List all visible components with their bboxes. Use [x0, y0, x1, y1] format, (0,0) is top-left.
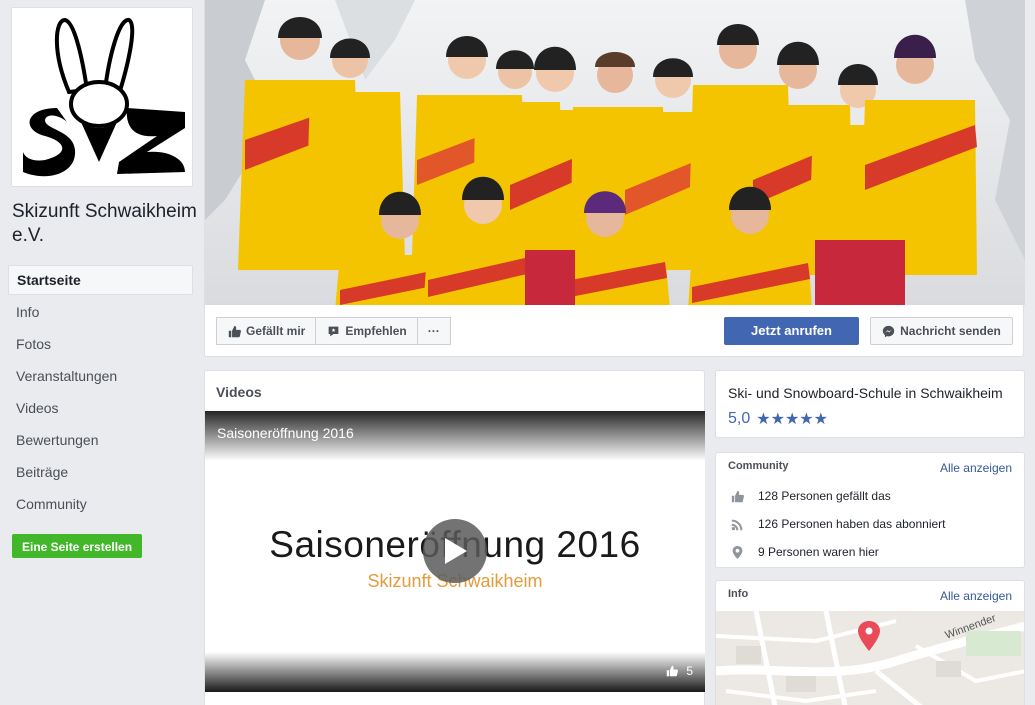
- cover-card: Gefällt mir Empfehlen ··· Jetzt anrufen …: [204, 0, 1025, 357]
- community-followers-text: 126 Personen haben das abonniert: [758, 517, 946, 531]
- rss-icon: [730, 517, 744, 531]
- videos-heading[interactable]: Videos: [216, 384, 262, 400]
- recommend-label: Empfehlen: [345, 324, 407, 338]
- more-options-button[interactable]: ···: [417, 317, 451, 345]
- more-options-label: ···: [427, 324, 440, 338]
- community-likes-text: 128 Personen gefällt das: [758, 489, 891, 503]
- community-checkins-text: 9 Personen waren hier: [758, 545, 879, 559]
- nav-item-veranstaltungen[interactable]: Veranstaltungen: [8, 361, 193, 393]
- play-icon: [445, 538, 467, 564]
- location-pin-icon: [730, 545, 744, 559]
- like-button[interactable]: Gefällt mir: [216, 317, 317, 345]
- group-photo-image: [205, 0, 1025, 305]
- video-bottom-gradient: [205, 652, 705, 692]
- nav-item-videos[interactable]: Videos: [8, 393, 193, 425]
- nav-item-community[interactable]: Community: [8, 489, 193, 521]
- play-button[interactable]: [423, 519, 487, 583]
- community-card: Community Alle anzeigen 128 Personen gef…: [715, 452, 1025, 568]
- rating-stars: ★★★★★: [756, 411, 828, 428]
- page-nav: Startseite Info Fotos Veranstaltungen Vi…: [8, 265, 193, 521]
- create-page-button[interactable]: Eine Seite erstellen: [12, 534, 143, 558]
- community-heading: Community: [728, 460, 789, 472]
- page-title[interactable]: Skizunft Schwaikheim e.V.: [12, 200, 197, 248]
- thumbs-up-icon: [730, 489, 744, 503]
- nav-item-startseite[interactable]: Startseite: [8, 265, 193, 295]
- info-card: Info Alle anzeigen Winnender: [715, 580, 1025, 705]
- messenger-icon: [882, 325, 895, 338]
- video-player[interactable]: Saisoneröffnung 2016 Skizunft Schwaikhei…: [205, 411, 705, 692]
- video-likes-count: 5: [686, 664, 693, 678]
- ski-club-logo-image: [17, 12, 187, 182]
- nav-item-fotos[interactable]: Fotos: [8, 329, 193, 361]
- thumbs-up-icon: [666, 665, 679, 677]
- nav-item-bewertungen[interactable]: Bewertungen: [8, 425, 193, 457]
- rating-summary[interactable]: 5,0 ★★★★★: [728, 409, 828, 429]
- nav-item-info[interactable]: Info: [8, 297, 193, 329]
- community-see-all-link[interactable]: Alle anzeigen: [940, 461, 1012, 475]
- community-followers-row[interactable]: 126 Personen haben das abonniert: [730, 517, 945, 531]
- recommend-button[interactable]: Empfehlen: [316, 317, 418, 345]
- about-card: Ski- und Snowboard-Schule in Schwaikheim…: [715, 370, 1025, 438]
- nav-item-beitraege[interactable]: Beiträge: [8, 457, 193, 489]
- video-title[interactable]: Saisoneröffnung 2016: [217, 425, 354, 441]
- video-likes[interactable]: 5: [666, 664, 693, 678]
- info-see-all-link[interactable]: Alle anzeigen: [940, 589, 1012, 603]
- videos-card: Videos Saisoneröffnung 2016 Skizunft Sch…: [204, 370, 705, 705]
- info-heading: Info: [728, 588, 749, 600]
- speech-bubble-icon: [326, 324, 340, 338]
- page-logo[interactable]: [11, 7, 193, 187]
- call-now-button[interactable]: Jetzt anrufen: [724, 317, 859, 345]
- send-message-label: Nachricht senden: [900, 324, 1001, 338]
- thumbs-up-icon: [227, 324, 241, 338]
- like-label: Gefällt mir: [246, 324, 306, 338]
- location-map[interactable]: Winnender: [716, 611, 1024, 705]
- community-likes-row[interactable]: 128 Personen gefällt das: [730, 489, 891, 503]
- page-category: Ski- und Snowboard-Schule in Schwaikheim: [728, 385, 1003, 401]
- rating-value: 5,0: [728, 410, 751, 427]
- community-checkins-row[interactable]: 9 Personen waren hier: [730, 545, 879, 559]
- cover-photo[interactable]: [205, 0, 1025, 305]
- page-action-bar: Gefällt mir Empfehlen ···: [216, 317, 451, 345]
- send-message-button[interactable]: Nachricht senden: [870, 317, 1013, 345]
